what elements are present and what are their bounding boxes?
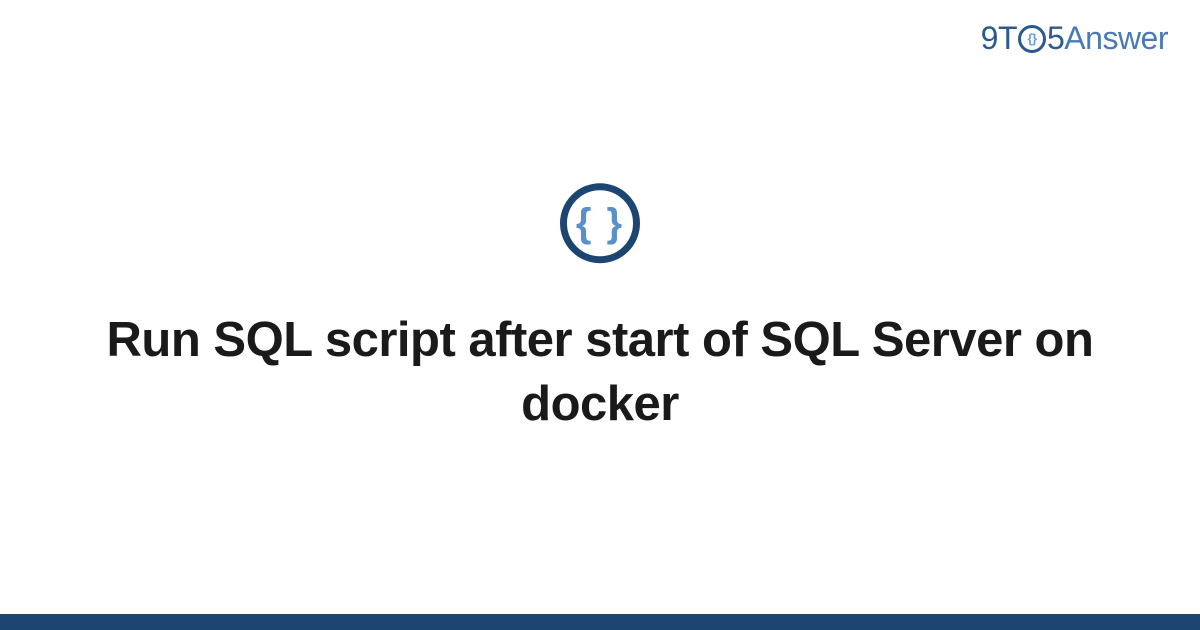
site-logo: 9 T {} 5 Answer — [981, 20, 1168, 57]
footer-accent-bar — [0, 614, 1200, 630]
page-title: Run SQL script after start of SQL Server… — [60, 309, 1140, 436]
logo-clock-icon: {} — [1018, 25, 1046, 53]
logo-clock-inner: {} — [1027, 32, 1036, 45]
logo-part-answer: Answer — [1064, 20, 1168, 57]
logo-part-five: 5 — [1047, 20, 1064, 57]
code-braces-icon: { } — [560, 183, 640, 263]
logo-part-t: T — [998, 20, 1017, 57]
braces-glyph: { } — [576, 203, 624, 243]
main-content: { } Run SQL script after start of SQL Se… — [0, 183, 1200, 436]
logo-part-nine: 9 — [981, 20, 998, 57]
